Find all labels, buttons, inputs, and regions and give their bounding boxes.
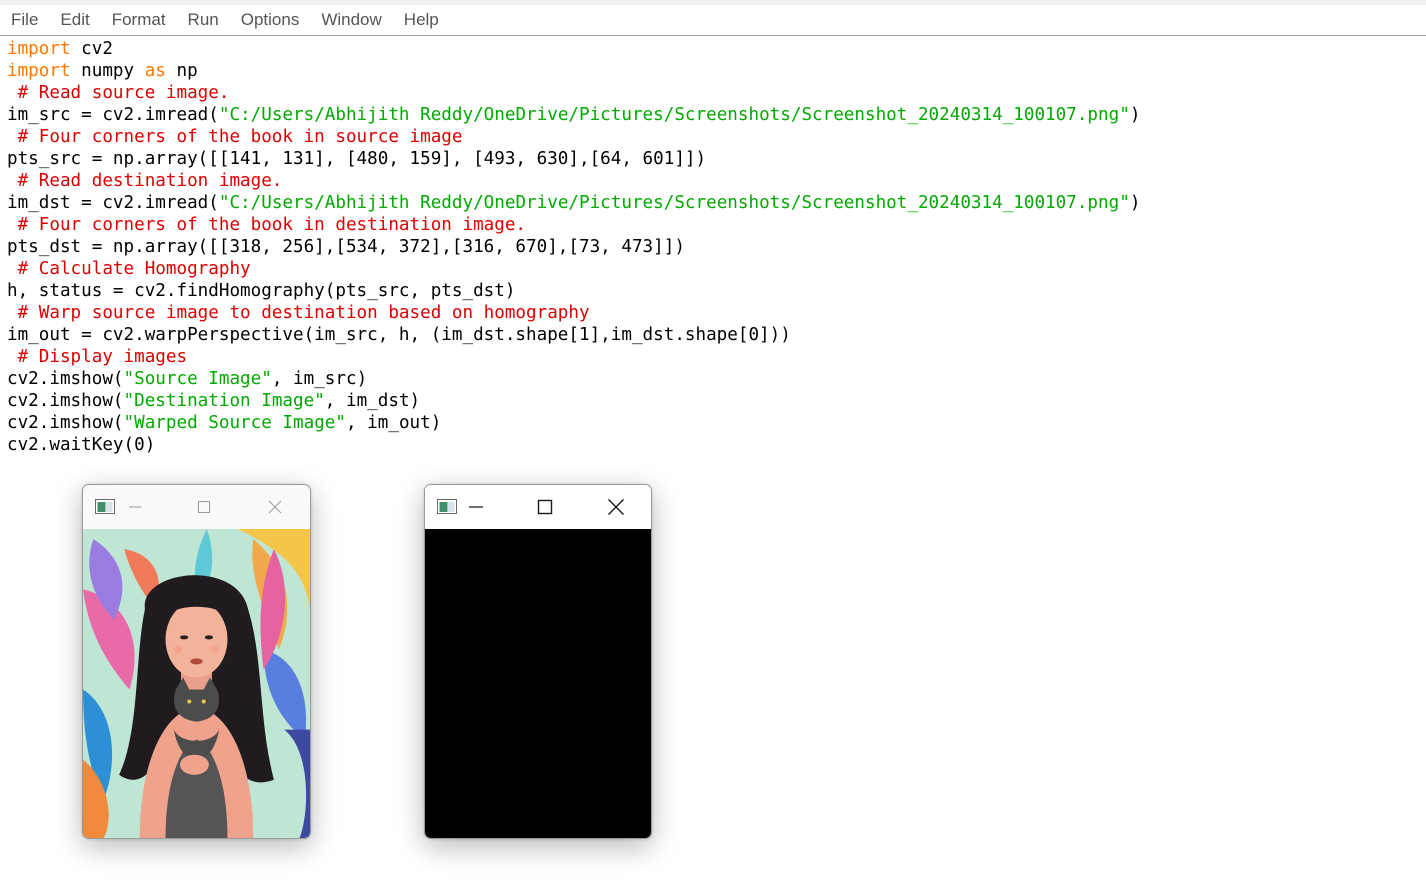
illustration-image xyxy=(83,529,310,838)
maximize-button[interactable] xyxy=(182,485,226,529)
code-line[interactable]: cv2.imshow("Source Image", im_src) xyxy=(7,368,1140,390)
code-token: ) xyxy=(1129,193,1141,213)
code-line[interactable]: # Calculate Homography xyxy=(7,258,1140,280)
code-line[interactable]: # Read destination image. xyxy=(7,170,1140,192)
comment-token: # Read destination image. xyxy=(7,171,283,191)
close-icon xyxy=(608,499,624,515)
string-token: "C:/Users/Abhijith Reddy/OneDrive/Pictur… xyxy=(218,193,1130,213)
warped-image-window[interactable] xyxy=(424,484,652,839)
menu-bar: File Edit Format Run Options Window Help xyxy=(0,5,1426,36)
code-token: cv2.waitKey(0) xyxy=(7,435,156,455)
keyword-token: import xyxy=(7,39,71,59)
code-line[interactable]: import numpy as np xyxy=(7,60,1140,82)
comment-token: # Calculate Homography xyxy=(7,259,251,279)
comment-token: # Four corners of the book in destinatio… xyxy=(7,215,527,235)
warped-output-image xyxy=(425,529,651,838)
source-window-titlebar[interactable] xyxy=(83,485,310,529)
minimize-icon xyxy=(469,506,483,508)
comment-token: # Display images xyxy=(7,347,188,367)
minimize-button[interactable] xyxy=(454,485,498,529)
keyword-token: as xyxy=(144,61,166,81)
code-line[interactable]: # Four corners of the book in destinatio… xyxy=(7,214,1140,236)
code-line[interactable]: # Warp source image to destination based… xyxy=(7,302,1140,324)
code-token: ) xyxy=(1129,105,1141,125)
code-line[interactable]: cv2.imshow("Destination Image", im_dst) xyxy=(7,390,1140,412)
code-line[interactable]: im_dst = cv2.imread("C:/Users/Abhijith R… xyxy=(7,192,1140,214)
code-line[interactable]: h, status = cv2.findHomography(pts_src, … xyxy=(7,280,1140,302)
code-token: pts_dst = np.array([[318, 256],[534, 372… xyxy=(7,237,685,257)
minimize-icon xyxy=(129,506,141,508)
code-line[interactable]: import cv2 xyxy=(7,38,1140,60)
code-token: im_src = cv2.imread( xyxy=(7,105,219,125)
maximize-button[interactable] xyxy=(523,485,567,529)
string-token: "Source Image" xyxy=(123,369,272,389)
code-line[interactable]: im_out = cv2.warpPerspective(im_src, h, … xyxy=(7,324,1140,346)
code-line[interactable]: im_src = cv2.imread("C:/Users/Abhijith R… xyxy=(7,104,1140,126)
code-token: cv2.imshow( xyxy=(7,391,124,411)
string-token: "C:/Users/Abhijith Reddy/OneDrive/Pictur… xyxy=(218,105,1130,125)
comment-token: # Warp source image to destination based… xyxy=(7,303,590,323)
menu-run[interactable]: Run xyxy=(177,5,230,35)
code-token: im_dst = cv2.imread( xyxy=(7,193,219,213)
comment-token: # Read source image. xyxy=(7,83,230,103)
code-line[interactable]: # Four corners of the book in source ima… xyxy=(7,126,1140,148)
code-token: , im_out) xyxy=(345,413,442,433)
code-line[interactable]: pts_dst = np.array([[318, 256],[534, 372… xyxy=(7,236,1140,258)
close-button[interactable] xyxy=(253,485,297,529)
code-token: np xyxy=(165,61,198,81)
menu-window[interactable]: Window xyxy=(310,5,392,35)
close-icon xyxy=(268,500,282,514)
code-token: pts_src = np.array([[141, 131], [480, 15… xyxy=(7,149,707,169)
code-token: , im_dst) xyxy=(324,391,421,411)
code-token: cv2.imshow( xyxy=(7,369,124,389)
source-image xyxy=(83,529,310,838)
code-text[interactable]: import cv2 import numpy as np # Read sour… xyxy=(7,38,1140,456)
menu-edit[interactable]: Edit xyxy=(49,5,100,35)
string-token: "Warped Source Image" xyxy=(123,413,346,433)
maximize-icon xyxy=(537,499,553,515)
code-token: , im_src) xyxy=(271,369,368,389)
menu-format[interactable]: Format xyxy=(101,5,177,35)
maximize-icon xyxy=(198,501,210,513)
app-icon xyxy=(95,499,115,514)
menu-options[interactable]: Options xyxy=(230,5,311,35)
code-line[interactable]: cv2.waitKey(0) xyxy=(7,434,1140,456)
code-line[interactable]: pts_src = np.array([[141, 131], [480, 15… xyxy=(7,148,1140,170)
source-image-window[interactable] xyxy=(82,484,311,839)
warped-window-titlebar[interactable] xyxy=(425,485,651,529)
code-token: numpy xyxy=(70,61,145,81)
code-token: im_out = cv2.warpPerspective(im_src, h, … xyxy=(7,325,791,345)
code-token: h, status = cv2.findHomography(pts_src, … xyxy=(7,281,516,301)
minimize-button[interactable] xyxy=(113,485,157,529)
menu-file[interactable]: File xyxy=(0,5,49,35)
keyword-token: import xyxy=(7,61,71,81)
code-line[interactable]: cv2.imshow("Warped Source Image", im_out… xyxy=(7,412,1140,434)
string-token: "Destination Image" xyxy=(123,391,325,411)
menu-help[interactable]: Help xyxy=(393,5,450,35)
code-token: cv2 xyxy=(70,39,113,59)
code-line[interactable]: # Read source image. xyxy=(7,82,1140,104)
comment-token: # Four corners of the book in source ima… xyxy=(7,127,463,147)
code-line[interactable]: # Display images xyxy=(7,346,1140,368)
code-token: cv2.imshow( xyxy=(7,413,124,433)
close-button[interactable] xyxy=(594,485,638,529)
